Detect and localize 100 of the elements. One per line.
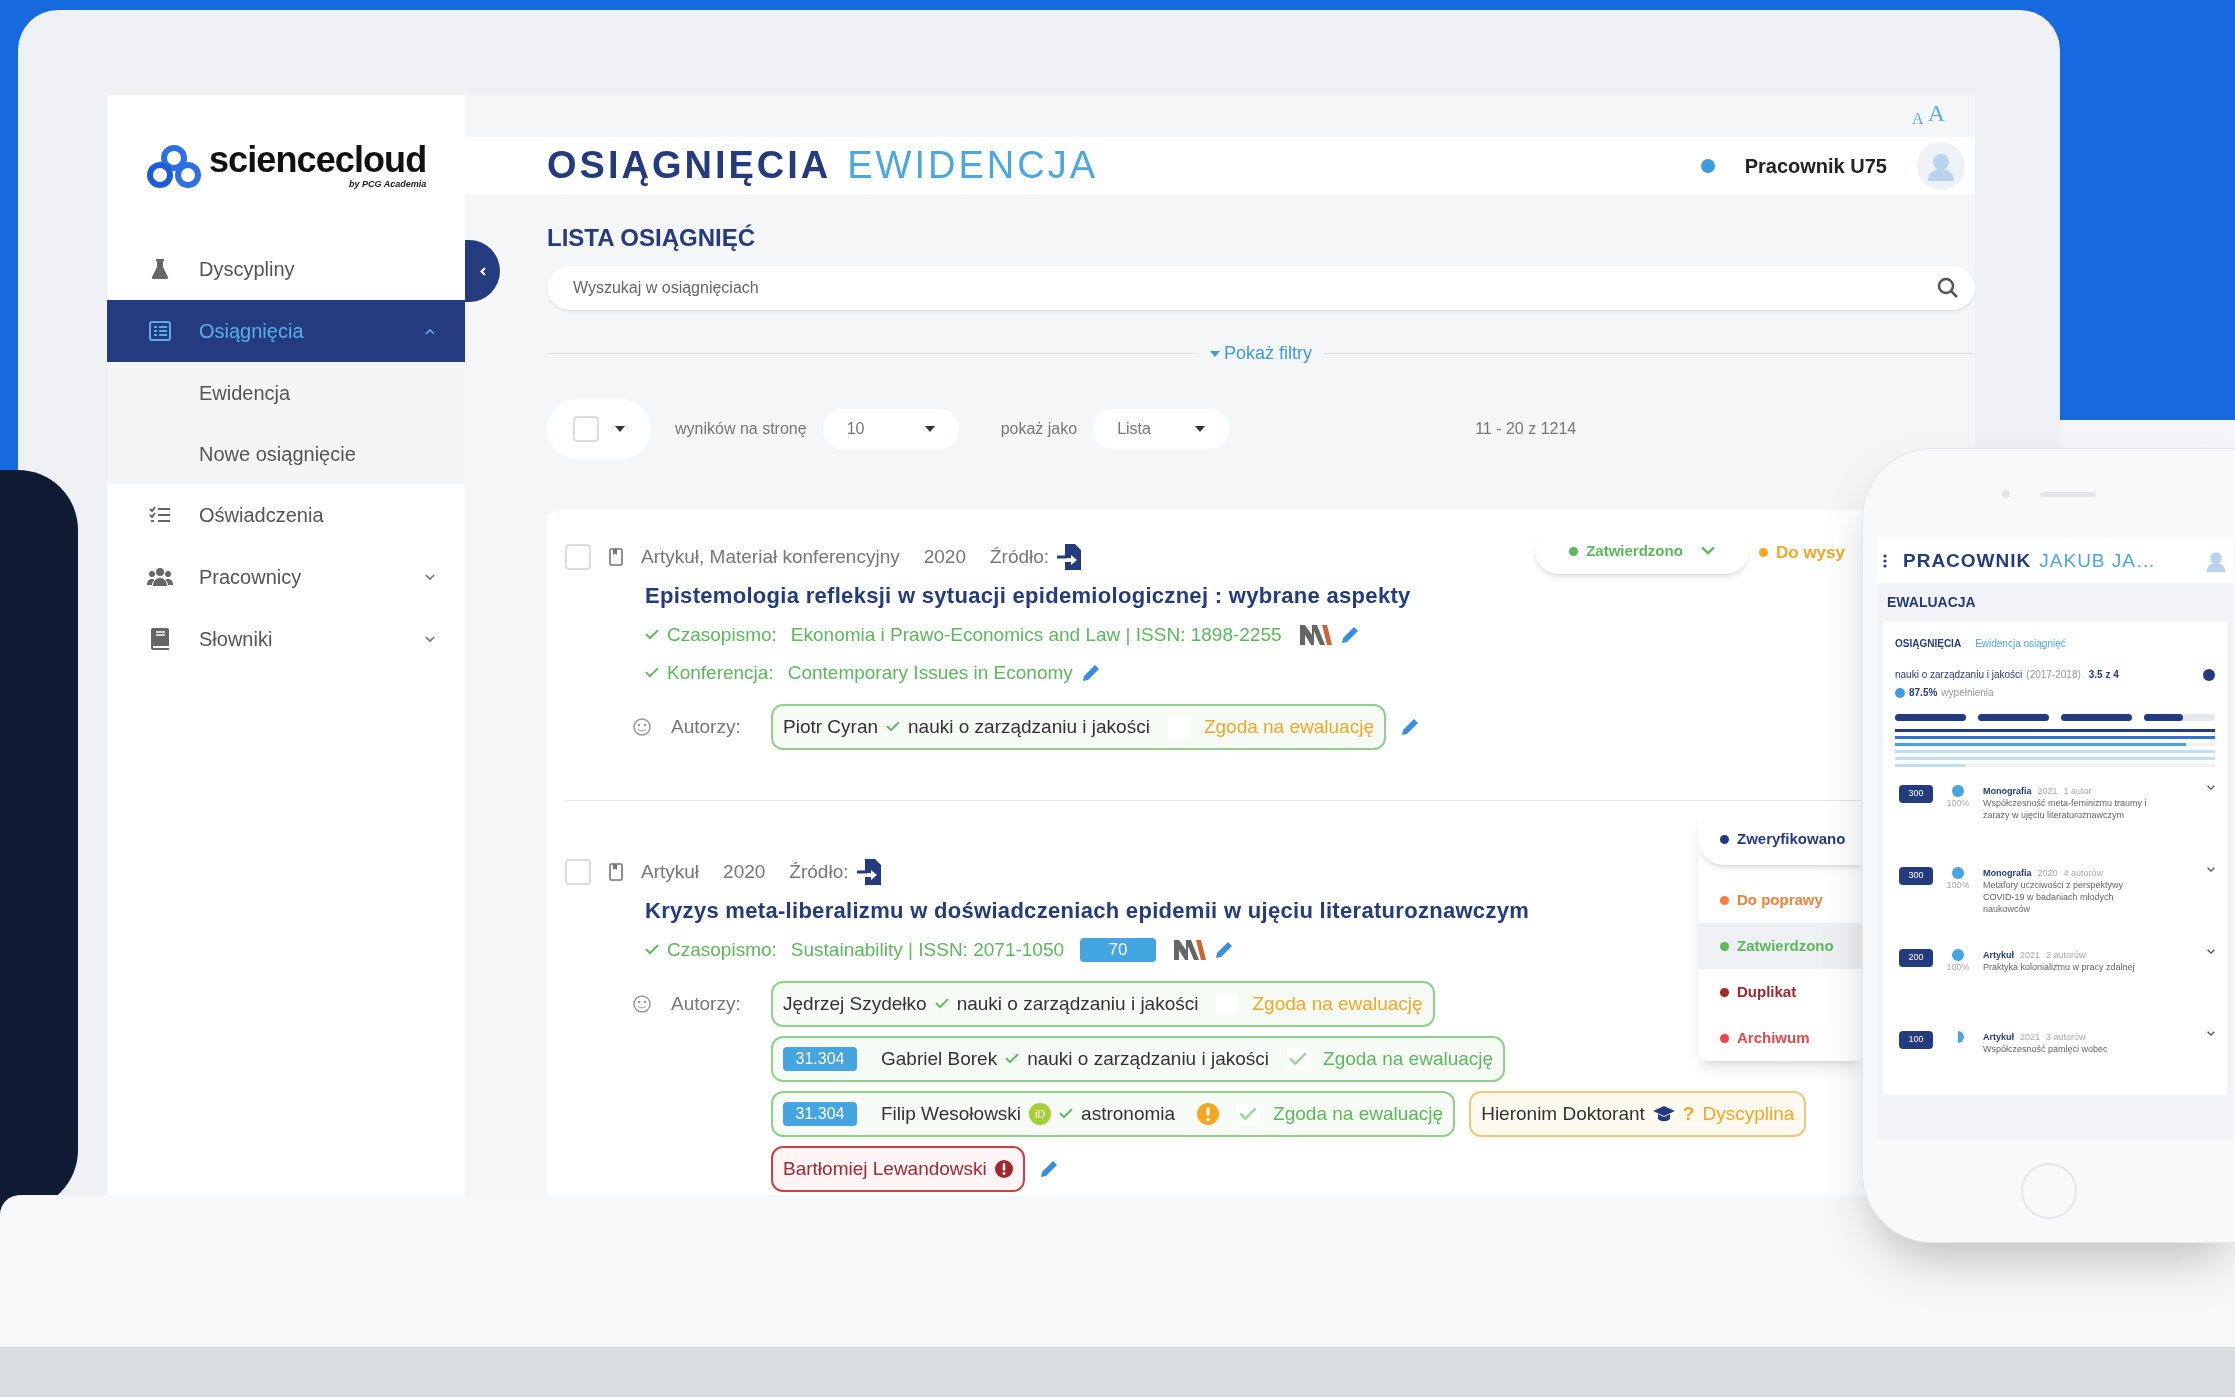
- status-option[interactable]: Archiwum: [1698, 1015, 1862, 1061]
- file-import-icon[interactable]: [1057, 544, 1082, 570]
- pencil-icon[interactable]: [1038, 1159, 1059, 1179]
- pencil-icon[interactable]: [1399, 717, 1420, 737]
- checklist-icon: [149, 506, 171, 524]
- check-icon: [886, 721, 901, 733]
- journal-label: Czasopismo:: [667, 622, 777, 647]
- item-year: 2020: [2037, 867, 2058, 879]
- caret-down-icon: [924, 426, 935, 432]
- logo-icon: [147, 144, 201, 189]
- checkbox[interactable]: [565, 544, 591, 570]
- sidebar-item[interactable]: Osiągnięcia: [107, 300, 465, 362]
- item-year: 2021: [2020, 949, 2041, 961]
- check-icon: [1289, 1051, 1308, 1067]
- page-subtitle: EWIDENCJA: [847, 143, 1099, 188]
- status-option[interactable]: Duplikat: [1698, 969, 1862, 1015]
- sidebar-subitem[interactable]: Ewidencja: [107, 362, 465, 423]
- author-name: Jędrzej Szydełko: [783, 991, 927, 1016]
- caret-down-icon: [1195, 426, 1206, 432]
- points-badge: 70: [1080, 938, 1157, 962]
- item-year: 2021: [2037, 785, 2058, 797]
- user-name: Pracownik U75: [1744, 153, 1887, 179]
- pencil-icon[interactable]: [1214, 940, 1235, 960]
- author-name: Piotr Cyran: [783, 714, 879, 739]
- flask-icon: [151, 258, 169, 280]
- unknown-marker: ?: [1682, 1101, 1695, 1126]
- item-title[interactable]: Metafory uczciwości z perspektywy COVID-19 w badaniach młodych naukowców: [1983, 879, 2153, 915]
- consent-label: Zgoda na ewaluację: [1323, 1046, 1494, 1071]
- author-discipline: astronomia: [1081, 1101, 1176, 1126]
- achievement-year: 2020: [723, 859, 766, 884]
- achievement-title[interactable]: Kryzys meta-liberalizmu w doświadczeniach epidemii w ujęciu literaturoznawczym: [645, 893, 1530, 927]
- smiley-icon: [633, 995, 651, 1013]
- author-name: Bartłomiej Lewandowski: [783, 1156, 987, 1181]
- author-chip[interactable]: Bartłomiej Lewandowski: [771, 1146, 1025, 1192]
- pencil-icon[interactable]: [1080, 663, 1101, 683]
- avatar-icon: [2205, 550, 2227, 572]
- list-title: LISTA OSIĄGNIĘĆ: [547, 223, 756, 250]
- consent-checkbox[interactable]: [1287, 1048, 1310, 1070]
- next-status-label: Do wysy: [1759, 540, 1845, 566]
- checkbox[interactable]: [565, 859, 591, 885]
- item-type: Artykuł: [1983, 1031, 2014, 1043]
- sidebar-subitem[interactable]: Nowe osiągnięcie: [107, 423, 465, 484]
- item-title[interactable]: Współczesność pamięci wobec: [1983, 1043, 2153, 1055]
- share-value: 100%: [1946, 797, 1970, 810]
- item-title[interactable]: Praktyka kolonializmu w pracy zdalnej: [1983, 961, 2153, 973]
- info-icon: [2203, 668, 2215, 681]
- author-chip[interactable]: Piotr Cyran nauki o zarządzaniu i jakości Zgoda na ewaluację: [771, 704, 1386, 750]
- logo-tagline: by PCG Academia: [349, 177, 427, 191]
- consent-checkbox[interactable]: [1237, 1103, 1260, 1125]
- item-authors: 4 autorów: [2063, 867, 2104, 879]
- achievement-title[interactable]: Epistemologia refleksji w sytuacji epidemiologicznej : wybrane aspekty: [645, 578, 1411, 612]
- search-icon: [1937, 277, 1959, 299]
- item-authors: 2 autorów: [2046, 949, 2086, 961]
- pencil-icon[interactable]: [1339, 625, 1360, 645]
- consent-label: Zgoda na ewaluację: [1252, 991, 1423, 1016]
- source-label: Źródło:: [789, 859, 849, 884]
- status-dropdown[interactable]: Zweryfikowano: [1698, 813, 1862, 865]
- pie-chart-icon: [1952, 949, 1964, 961]
- author-chip[interactable]: Hieronim Doktorant ? Dyscyplina: [1469, 1091, 1807, 1137]
- checkbox[interactable]: [573, 416, 599, 442]
- author-name: Filip Wesołowski: [881, 1101, 1022, 1126]
- author-chip[interactable]: 31.304 Filip Wesołowski iD astronomia Zgoda na ewaluację: [771, 1091, 1456, 1137]
- share-value: 100%: [1946, 961, 1970, 974]
- points-badge: 300: [1899, 785, 1933, 803]
- check-icon: [645, 944, 659, 956]
- consent-label: Zgoda na ewaluację: [1273, 1101, 1444, 1126]
- author-discipline: nauki o zarządzaniu i jakości: [956, 991, 1199, 1016]
- author-discipline: nauki o zarządzaniu i jakości: [908, 714, 1150, 739]
- item-title[interactable]: Współczesność meta-feminizmu traumy i zarazy w ujęciu literaturoznawczym: [1983, 797, 2153, 821]
- phone-period: (2017-2018): [2026, 668, 2081, 682]
- caret-down-icon: [1210, 350, 1220, 357]
- check-icon: [1059, 1108, 1074, 1120]
- phone-title: PRACOWNIK: [1903, 548, 2032, 573]
- item-year: 2021: [2020, 1031, 2041, 1043]
- chevron-left-icon: [479, 266, 486, 276]
- user-avatar[interactable]: [1917, 141, 1965, 190]
- search-field[interactable]: Wyszukaj w osiągnięciach: [547, 266, 1975, 310]
- chevron-down-icon: [2207, 785, 2215, 791]
- phone-fill-value: 87.5%: [1909, 686, 1938, 700]
- list-icon: [149, 321, 171, 341]
- logo-text: sciencecloud: [209, 141, 427, 178]
- menu-icon: [1883, 554, 1887, 568]
- consent-label: Zgoda na ewaluację: [1203, 714, 1374, 739]
- per-page-select[interactable]: 10: [822, 409, 959, 449]
- file-import-icon[interactable]: [856, 859, 881, 885]
- author-chip[interactable]: Jędrzej Szydełko nauki o zarządzaniu i jakości Zgoda na ewaluację: [771, 981, 1435, 1027]
- error-icon: [994, 1160, 1013, 1178]
- view-mode-select[interactable]: Lista: [1093, 409, 1230, 449]
- pie-icon: [1895, 687, 1905, 698]
- phone-tab[interactable]: OSIĄGNIĘCIA: [1895, 635, 1962, 651]
- pie-chart-icon: [1952, 785, 1964, 797]
- graduation-cap-icon: [1652, 1106, 1675, 1122]
- achievement-type: Artykuł, Materiał konferencyjny: [641, 544, 900, 569]
- check-icon: [645, 629, 659, 641]
- pie-chart-icon: [1952, 867, 1964, 879]
- caret-down-icon: [615, 426, 625, 432]
- author-chip[interactable]: 31.304 Gabriel Borek nauki o zarządzaniu i jakości Zgoda na ewaluację: [771, 1036, 1506, 1082]
- chevron-down-icon: [1700, 546, 1715, 556]
- phone-discipline: nauki o zarządzaniu i jakości: [1895, 668, 2023, 682]
- per-page-label: wyników na stronę: [675, 419, 807, 439]
